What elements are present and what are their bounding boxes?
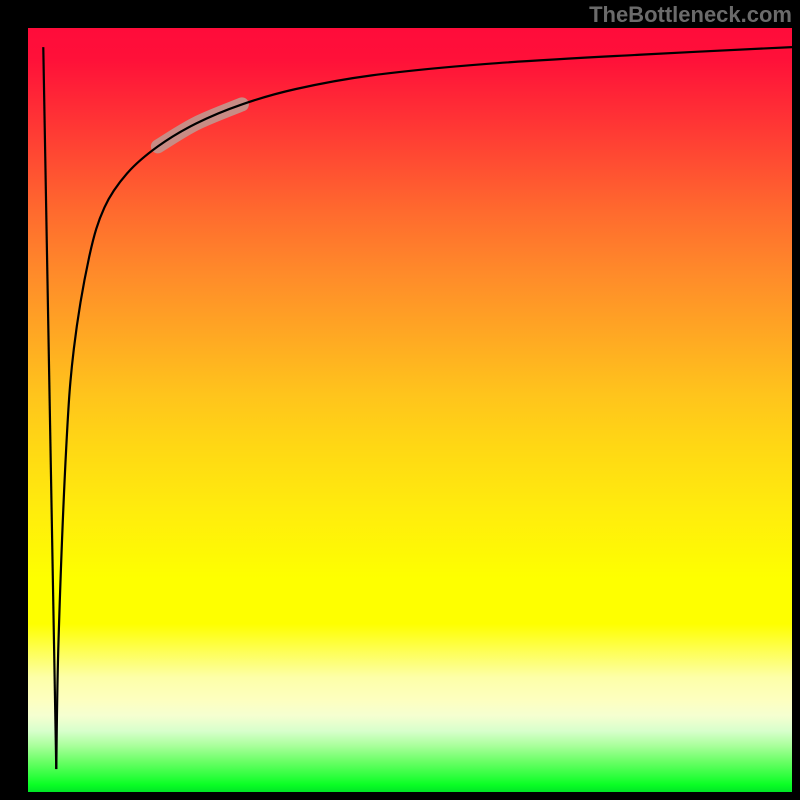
- rising-curve: [56, 47, 792, 769]
- chart-root: TheBottleneck.com: [0, 0, 800, 800]
- plot-area: [28, 28, 792, 792]
- highlight-segment: [158, 104, 242, 146]
- watermark-text: TheBottleneck.com: [589, 2, 792, 28]
- curve-layer: [28, 28, 792, 792]
- falling-line: [43, 47, 56, 769]
